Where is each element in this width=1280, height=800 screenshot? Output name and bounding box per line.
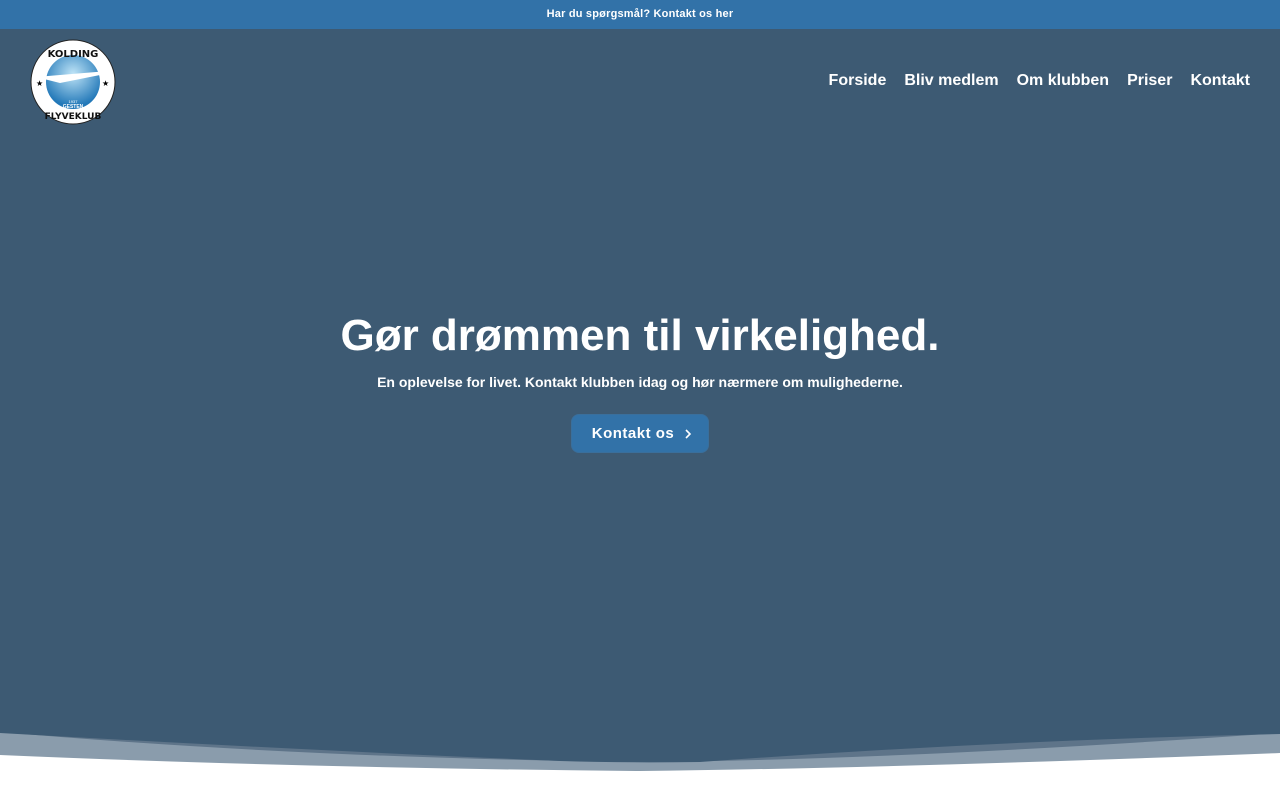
wave-divider [0,720,1280,800]
nav-forside[interactable]: Forside [829,72,887,90]
top-announcement-bar[interactable]: Har du spørgsmål? Kontakt os her [0,0,1280,29]
nav-kontakt[interactable]: Kontakt [1190,72,1250,90]
club-logo[interactable]: KOLDING FLYVEKLUB ★ ★ 1937 GESTEN [30,39,116,125]
contact-button[interactable]: Kontakt os [570,414,710,453]
nav-priser[interactable]: Priser [1127,72,1172,90]
svg-text:GESTEN: GESTEN [63,104,84,110]
svg-text:★: ★ [36,79,43,88]
hero-section: KOLDING FLYVEKLUB ★ ★ 1937 GESTEN Forside… [0,29,1280,774]
main-nav: Forside Bliv medlem Om klubben Priser Ko… [829,72,1250,90]
hero-title: Gør drømmen til virkelighed. [340,311,940,360]
svg-text:★: ★ [102,79,109,88]
chevron-right-icon [685,428,692,439]
hero-subtitle: En oplevelse for livet. Kontakt klubben … [377,374,903,390]
contact-link[interactable]: Har du spørgsmål? Kontakt os her [547,8,734,20]
nav-om-klubben[interactable]: Om klubben [1017,72,1109,90]
hero-content: Gør drømmen til virkelighed. En oplevels… [0,314,1280,453]
svg-text:KOLDING: KOLDING [48,49,99,60]
nav-bliv-medlem[interactable]: Bliv medlem [904,72,998,90]
svg-text:FLYVEKLUB: FLYVEKLUB [45,112,102,122]
contact-button-label: Kontakt os [591,425,675,442]
